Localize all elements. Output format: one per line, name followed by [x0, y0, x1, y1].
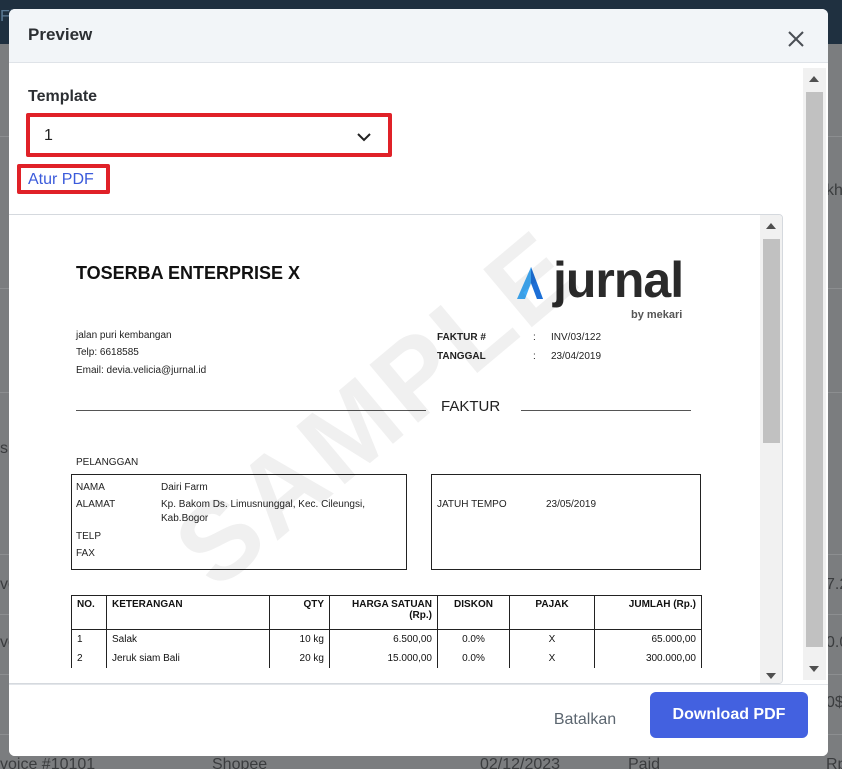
due-date-box [431, 474, 701, 570]
table-row: 2 Jeruk siam Bali 20 kg 15.000,00 0.0% X… [71, 648, 702, 668]
background-label: Shopee [212, 756, 268, 769]
table-header: PAJAK [509, 595, 595, 630]
nama-label: NAMA [76, 482, 105, 493]
scroll-down-icon[interactable] [766, 673, 776, 679]
background-label: 0$ [826, 694, 842, 711]
pdf-preview-frame[interactable]: TOSERBA ENTERPRISE X jurnal by mekari ja… [9, 214, 783, 684]
table-cell: 0.0% [437, 648, 510, 668]
table-header-row: NO. KETERANGAN QTY HARGA SATUAN (Rp.) DI… [71, 595, 702, 630]
table-cell: 6.500,00 [329, 629, 438, 649]
company-name: TOSERBA ENTERPRISE X [76, 263, 301, 283]
jatuh-tempo-value: 23/05/2019 [546, 499, 597, 510]
table-cell: Salak [106, 629, 270, 649]
company-address: jalan puri kembangan [76, 330, 172, 341]
scroll-down-icon[interactable] [809, 666, 819, 672]
table-cell: 2 [71, 648, 107, 668]
tanggal-value: 23/04/2019 [551, 351, 602, 362]
background-label: voice #10101 [0, 756, 96, 769]
company-email: Email: devia.velicia@jurnal.id [76, 365, 207, 376]
table-cell: 0.0% [437, 629, 510, 649]
table-header: QTY [269, 595, 330, 630]
modal-title: Preview [28, 25, 93, 44]
background-date: 02/12/2023 [480, 756, 561, 769]
table-cell: 20 kg [269, 648, 330, 668]
table-cell: 10 kg [269, 629, 330, 649]
background-label: kh [826, 182, 842, 199]
preview-scrollbar[interactable] [760, 215, 782, 683]
table-cell: 65.000,00 [594, 629, 702, 649]
table-cell: 15.000,00 [329, 648, 438, 668]
chevron-down-icon [357, 133, 371, 142]
atur-pdf-link[interactable]: Atur PDF [28, 171, 94, 189]
table-cell: X [509, 648, 595, 668]
alamat-label: ALAMAT [76, 499, 116, 510]
modal-body: Template 1 Atur PDF TOSERBA ENTERPRISE X… [9, 64, 828, 684]
items-table: NO. KETERANGAN QTY HARGA SATUAN (Rp.) DI… [71, 595, 702, 668]
table-cell: 1 [71, 629, 107, 649]
modal-header: Preview [9, 9, 828, 63]
table-row: 1 Salak 10 kg 6.500,00 0.0% X 65.000,00 [71, 629, 702, 649]
template-select[interactable]: 1 [26, 113, 392, 157]
background-label: Rp [826, 756, 842, 769]
table-header: NO. [71, 595, 107, 630]
close-button[interactable] [786, 29, 806, 49]
preview-scroll-thumb[interactable] [763, 239, 780, 443]
table-cell: 300.000,00 [594, 648, 702, 668]
download-pdf-button[interactable]: Download PDF [650, 692, 808, 738]
table-header: HARGA SATUAN (Rp.) [329, 595, 438, 630]
close-icon [788, 31, 804, 47]
modal-scrollbar[interactable] [803, 68, 826, 680]
atur-pdf-highlight: Atur PDF [17, 164, 110, 194]
cancel-button[interactable]: Batalkan [540, 705, 630, 735]
background-label: 0.0 [826, 634, 842, 651]
scroll-up-icon[interactable] [766, 223, 776, 229]
template-label: Template [28, 88, 98, 105]
title-rule-right [521, 410, 691, 411]
pelanggan-label: PELANGGAN [76, 457, 139, 468]
background-label: 7.2 [826, 576, 842, 593]
invoice-document: TOSERBA ENTERPRISE X jurnal by mekari ja… [9, 215, 761, 683]
template-select-value: 1 [44, 127, 53, 144]
table-header: DISKON [437, 595, 510, 630]
table-header: JUMLAH (Rp.) [594, 595, 702, 630]
table-cell: X [509, 629, 595, 649]
background-label: s [0, 440, 8, 457]
logo-subtext: by mekari [631, 309, 683, 321]
table-cell: Jeruk siam Bali [106, 648, 270, 668]
modal-footer: Batalkan Download PDF [9, 684, 828, 756]
company-phone: Telp: 6618585 [76, 347, 139, 358]
telp-label: TELP [76, 531, 102, 542]
preview-modal: Preview Template 1 Atur PDF TOSERBA ENTE… [9, 9, 828, 756]
modal-scroll-thumb[interactable] [806, 92, 823, 647]
background-status: Paid [628, 756, 661, 769]
jatuh-tempo-label: JATUH TEMPO [437, 499, 507, 510]
scroll-up-icon[interactable] [809, 76, 819, 82]
fax-label: FAX [76, 548, 95, 559]
